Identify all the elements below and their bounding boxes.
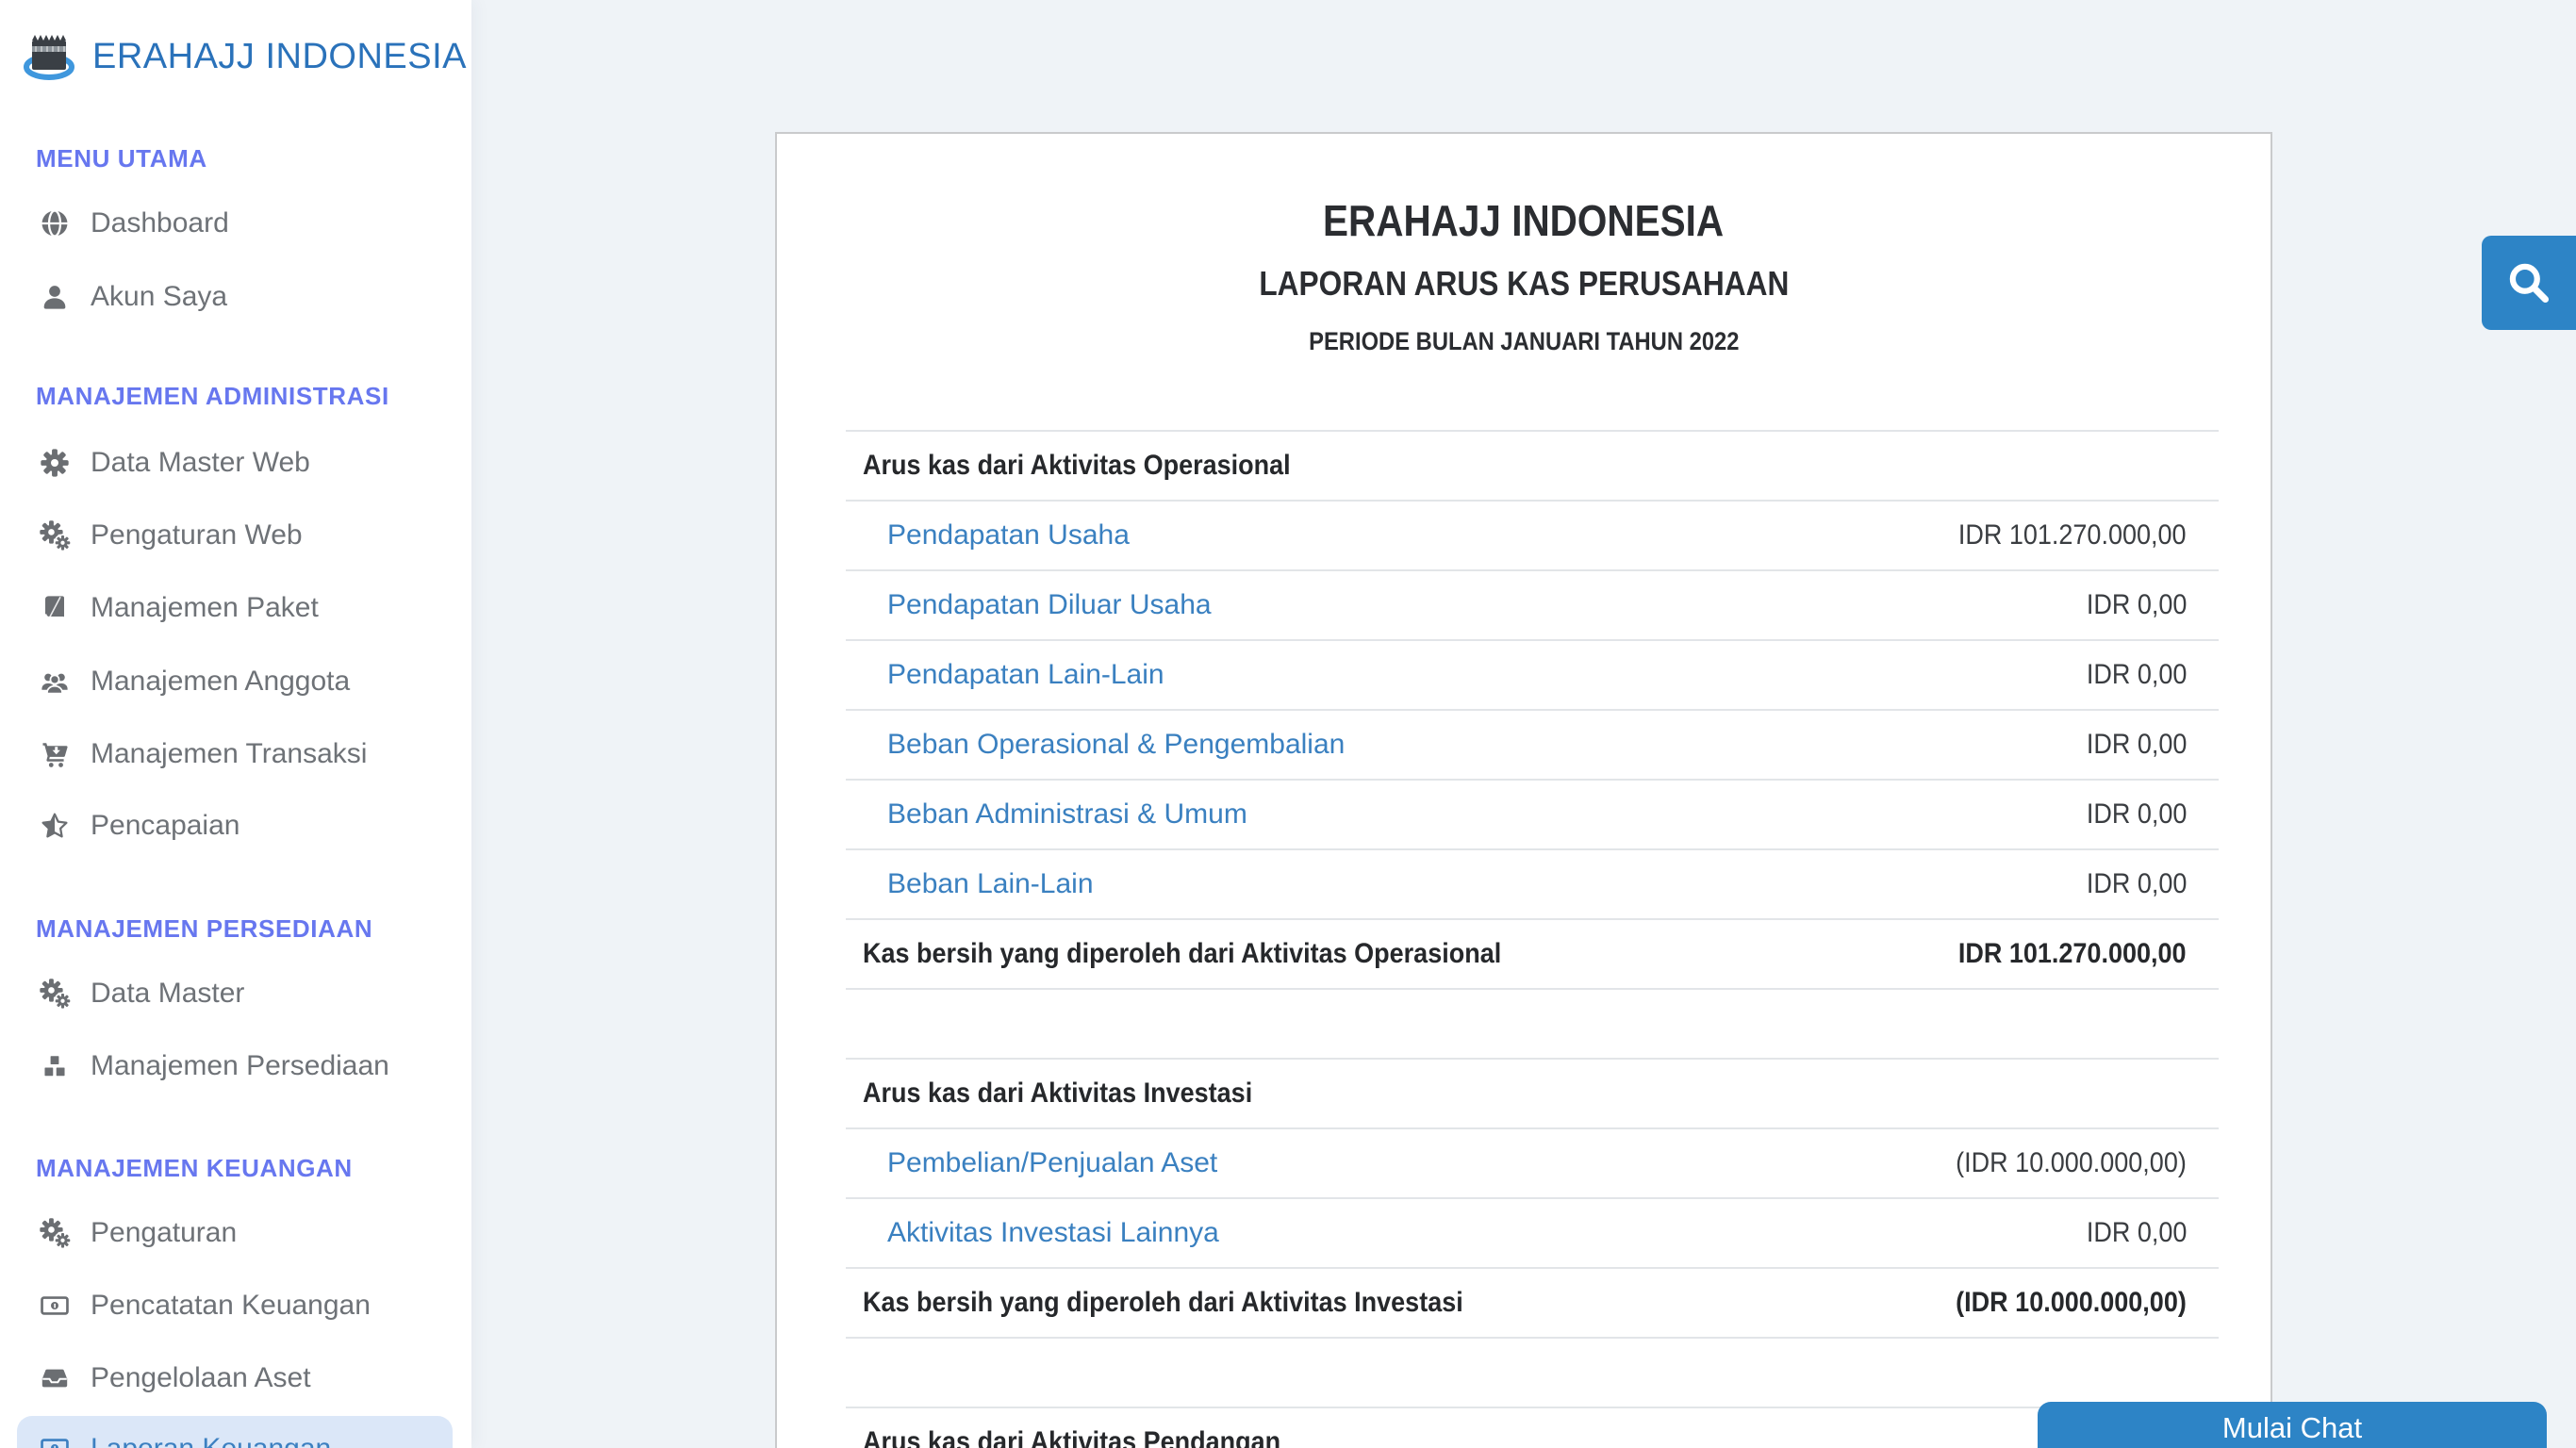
sidebar-item-label: Manajemen Transaksi xyxy=(91,738,368,769)
row-amount: IDR 0,00 xyxy=(2086,729,2187,760)
row-link[interactable]: Beban Administrasi & Umum xyxy=(846,798,1247,831)
sidebar-item-label: Manajemen Anggota xyxy=(91,666,351,697)
table-row: Beban Administrasi & Umum IDR 0,00 xyxy=(846,781,2219,850)
sidebar-item-pencapaian[interactable]: Pencapaian xyxy=(36,805,239,847)
money-bill-icon xyxy=(36,1291,74,1321)
sidebar-item-pengelolaan-aset[interactable]: Pengelolaan Aset xyxy=(36,1358,311,1399)
sidebar-item-label: Pencatatan Keuangan xyxy=(91,1290,371,1321)
section-label-manajemen-administrasi: MANAJEMEN ADMINISTRASI xyxy=(36,382,389,410)
table-row: Pendapatan Diluar Usaha IDR 0,00 xyxy=(846,571,2219,641)
table-row-section-pendanaan: Arus kas dari Aktivitas Pendangan xyxy=(846,1408,2219,1448)
table-row: Pendapatan Lain-Lain IDR 0,00 xyxy=(846,641,2219,711)
table-row: Pendapatan Usaha IDR 101.270.000,00 xyxy=(846,502,2219,571)
row-amount: (IDR 10.000.000,00) xyxy=(1956,1147,2187,1178)
chat-button-label: Mulai Chat xyxy=(2221,1411,2363,1444)
sidebar-item-manajemen-anggota[interactable]: Manajemen Anggota xyxy=(36,661,350,702)
sidebar-item-pengaturan[interactable]: Pengaturan xyxy=(36,1212,237,1254)
sidebar-item-manajemen-paket[interactable]: Manajemen Paket xyxy=(36,587,319,629)
report-company: ERAHAJJ INDONESIA xyxy=(1323,196,1725,245)
row-link[interactable]: Pendapatan Lain-Lain xyxy=(846,659,1164,691)
sidebar-item-label: Data Master xyxy=(91,978,245,1009)
brand[interactable]: ERAHAJJ INDONESIA xyxy=(19,19,467,94)
sidebar-item-pengaturan-web[interactable]: Pengaturan Web xyxy=(36,515,303,556)
book-icon xyxy=(36,593,74,623)
sidebar-item-label: Laporan Keuangan xyxy=(91,1433,331,1448)
table-row-spacer xyxy=(846,990,2219,1060)
table-row: Aktivitas Investasi Lainnya IDR 0,00 xyxy=(846,1199,2219,1269)
table-row-section-investasi: Arus kas dari Aktivitas Investasi xyxy=(846,1060,2219,1129)
table-row: Pembelian/Penjualan Aset (IDR 10.000.000… xyxy=(846,1129,2219,1199)
sidebar-item-akun-saya[interactable]: Akun Saya xyxy=(36,276,227,318)
table-row: Beban Operasional & Pengembalian IDR 0,0… xyxy=(846,711,2219,781)
report-header: ERAHAJJ INDONESIA LAPORAN ARUS KAS PERUS… xyxy=(777,134,2271,356)
row-link[interactable]: Pembelian/Penjualan Aset xyxy=(846,1147,1217,1179)
cart-arrow-down-icon xyxy=(36,739,74,769)
globe-icon xyxy=(36,207,74,239)
table-row-spacer xyxy=(846,1339,2219,1408)
gears-icon xyxy=(36,519,74,551)
gear-icon xyxy=(36,448,74,478)
section-label-manajemen-persediaan: MANAJEMEN PERSEDIAAN xyxy=(36,914,373,943)
search-button[interactable] xyxy=(2482,236,2576,330)
sidebar-item-label: Manajemen Paket xyxy=(91,592,319,623)
inbox-icon xyxy=(36,1363,74,1393)
sidebar-item-manajemen-transaksi[interactable]: Manajemen Transaksi xyxy=(36,733,367,775)
row-amount: IDR 0,00 xyxy=(2086,868,2187,899)
row-amount: IDR 0,00 xyxy=(2086,589,2187,620)
row-link[interactable]: Pendapatan Usaha xyxy=(846,519,1130,551)
report-period: PERIODE BULAN JANUARI TAHUN 2022 xyxy=(1308,327,1740,355)
row-link[interactable]: Beban Operasional & Pengembalian xyxy=(846,729,1345,761)
section-label-menu-utama: MENU UTAMA xyxy=(36,144,207,173)
sidebar-item-pencatatan-keuangan[interactable]: Pencatatan Keuangan xyxy=(36,1285,371,1326)
sidebar-item-label: Pengaturan xyxy=(91,1217,238,1248)
user-icon xyxy=(36,282,74,312)
brand-title: ERAHAJJ INDONESIA xyxy=(92,36,468,76)
star-half-icon xyxy=(36,811,74,841)
users-icon xyxy=(36,666,74,697)
cubes-icon xyxy=(36,1051,74,1081)
report-title: LAPORAN ARUS KAS PERUSAHAAN xyxy=(1258,264,1790,303)
section-label-manajemen-keuangan: MANAJEMEN KEUANGAN xyxy=(36,1154,353,1182)
row-amount: IDR 0,00 xyxy=(2086,659,2187,690)
sidebar-item-dashboard[interactable]: Dashboard xyxy=(36,203,229,244)
sidebar-item-label: Data Master Web xyxy=(91,447,310,478)
table-row: Beban Lain-Lain IDR 0,00 xyxy=(846,850,2219,920)
row-link[interactable]: Beban Lain-Lain xyxy=(846,868,1094,900)
sidebar-item-manajemen-persediaan[interactable]: Manajemen Persediaan xyxy=(36,1045,389,1087)
sidebar-item-label: Pencapaian xyxy=(91,810,240,841)
row-amount: IDR 0,00 xyxy=(2086,1217,2187,1248)
gears-icon xyxy=(36,978,74,1010)
cashflow-table: Arus kas dari Aktivitas Operasional Pend… xyxy=(846,430,2219,1448)
sidebar-item-data-master-web[interactable]: Data Master Web xyxy=(36,442,310,484)
sidebar: ERAHAJJ INDONESIA MENU UTAMA Dashboard A… xyxy=(0,0,471,1448)
table-row-total-investasi: Kas bersih yang diperoleh dari Aktivitas… xyxy=(846,1269,2219,1339)
sidebar-item-data-master[interactable]: Data Master xyxy=(36,973,244,1014)
report-card: ERAHAJJ INDONESIA LAPORAN ARUS KAS PERUS… xyxy=(775,132,2272,1448)
sidebar-item-label: Manajemen Persediaan xyxy=(91,1050,389,1081)
sidebar-item-laporan-keuangan[interactable]: Laporan Keuangan xyxy=(17,1416,453,1448)
sidebar-item-label: Pengaturan Web xyxy=(91,519,303,551)
row-amount: IDR 101.270.000,00 xyxy=(1958,519,2187,551)
table-row-total-operasional: Kas bersih yang diperoleh dari Aktivitas… xyxy=(846,920,2219,990)
table-row-section-operasional: Arus kas dari Aktivitas Operasional xyxy=(846,432,2219,502)
row-link[interactable]: Pendapatan Diluar Usaha xyxy=(846,589,1212,621)
chat-button[interactable]: Mulai Chat xyxy=(2038,1402,2547,1448)
money-bill-icon xyxy=(36,1433,74,1448)
sidebar-item-label: Pengelolaan Aset xyxy=(91,1362,311,1393)
kaaba-logo-icon xyxy=(19,26,79,87)
gears-icon xyxy=(36,1217,74,1249)
sidebar-item-label: Dashboard xyxy=(91,207,229,239)
search-icon xyxy=(2505,259,2552,306)
sidebar-item-label: Akun Saya xyxy=(91,281,228,312)
row-amount: IDR 0,00 xyxy=(2086,798,2187,830)
row-link[interactable]: Aktivitas Investasi Lainnya xyxy=(846,1217,1219,1249)
